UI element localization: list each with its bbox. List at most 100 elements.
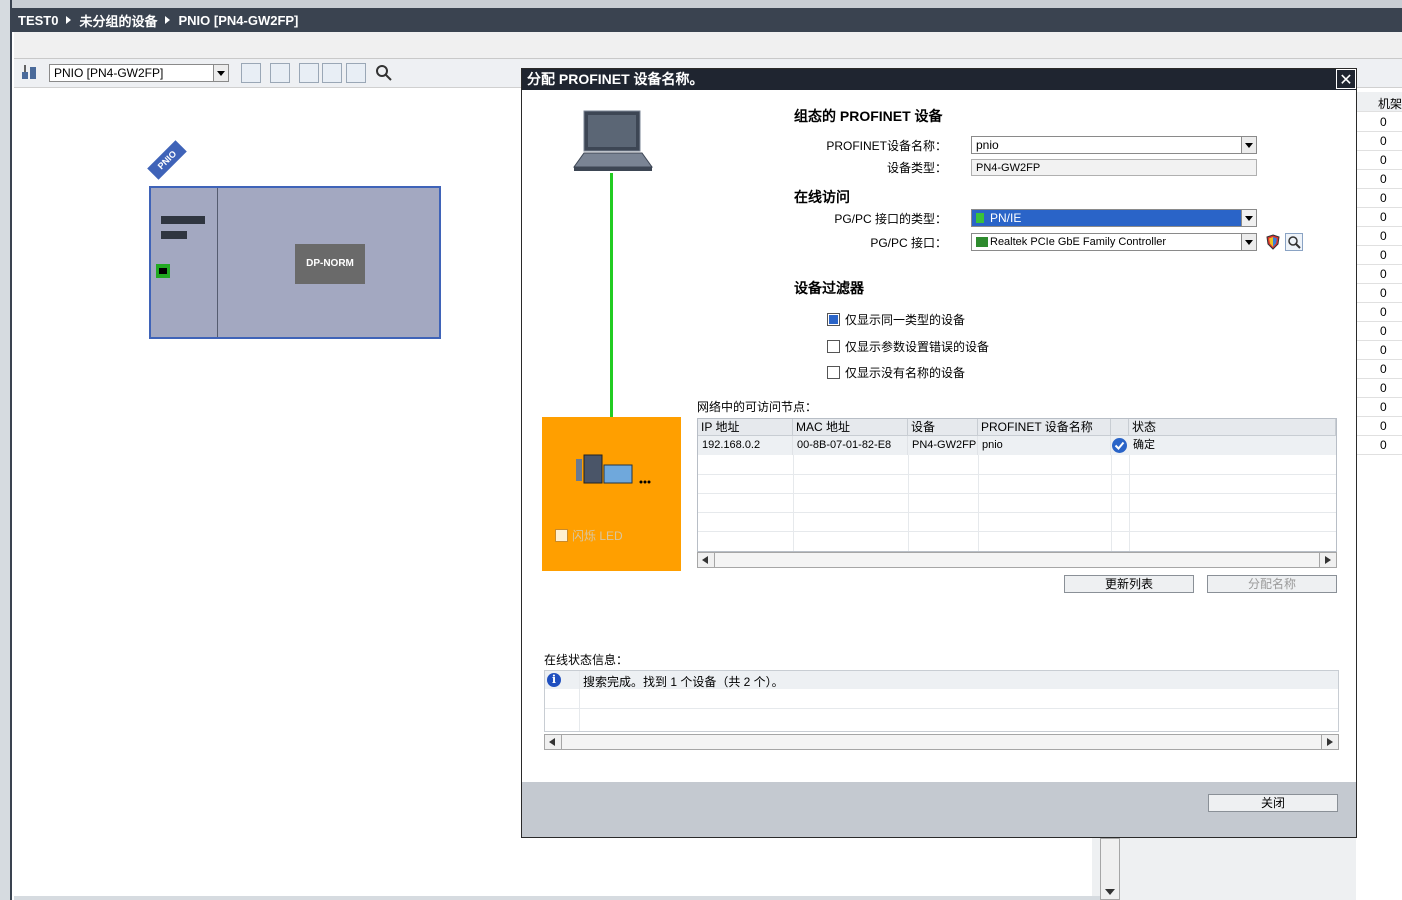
device-name-select[interactable]: pnio xyxy=(971,136,1257,154)
network-link xyxy=(610,173,613,435)
pgpc-type-value: PN/IE xyxy=(990,211,1022,225)
flash-led-label: 闪烁 LED xyxy=(572,529,623,543)
pg-pc-icon xyxy=(572,109,654,178)
interface-module[interactable] xyxy=(151,188,218,337)
nodes-table: IP 地址 MAC 地址 设备 PROFINET 设备名称 状态 192.168… xyxy=(697,418,1337,552)
filter-same-type-label: 仅显示同一类型的设备 xyxy=(845,313,966,327)
pgpc-if-select[interactable]: Realtek PCIe GbE Family Controller xyxy=(971,233,1257,251)
filter-no-name-checkbox[interactable] xyxy=(827,366,840,379)
shield-icon[interactable] xyxy=(1266,234,1280,250)
rack-cell[interactable]: 0 xyxy=(1356,340,1402,360)
rack-cell[interactable]: 0 xyxy=(1356,264,1402,284)
pgpc-type-label: PG/PC 接口的类型： xyxy=(834,212,947,226)
rack-column-header: 机架 xyxy=(1356,92,1402,112)
check-ok-icon xyxy=(1112,438,1127,453)
device-type-field: PN4-GW2FP xyxy=(971,159,1257,176)
port-icon[interactable] xyxy=(156,264,170,278)
rack-cell[interactable]: 0 xyxy=(1356,112,1402,132)
rack-cell[interactable]: 0 xyxy=(1356,435,1402,455)
rack-cell[interactable]: 0 xyxy=(1356,169,1402,189)
breadcrumb-item-project[interactable]: TEST0 xyxy=(18,13,58,28)
breadcrumb-item-device[interactable]: PNIO [PN4-GW2FP] xyxy=(178,13,298,28)
dialog-title: 分配 PROFINET 设备名称。 xyxy=(522,69,1356,90)
rack-cell[interactable]: 0 xyxy=(1356,397,1402,417)
rack-column: 机架 0 0 0 0 0 0 0 0 0 0 0 0 0 0 0 0 0 0 xyxy=(1356,92,1402,900)
nodes-hscrollbar[interactable] xyxy=(697,552,1337,568)
rack-cell[interactable]: 0 xyxy=(1356,416,1402,436)
led-bar xyxy=(161,216,205,224)
search-icon[interactable] xyxy=(1285,233,1303,251)
close-icon[interactable]: ✕ xyxy=(1336,69,1356,89)
dp-norm-module[interactable]: DP-NORM xyxy=(295,244,365,284)
device-name-label: PROFINET设备名称： xyxy=(826,139,947,153)
col-mac[interactable]: MAC 地址 xyxy=(793,419,908,436)
configured-heading: 组态的 PROFINET 设备 xyxy=(794,108,943,124)
led-bar xyxy=(161,231,187,239)
name-icon[interactable] xyxy=(270,63,290,83)
flash-led-checkbox[interactable] xyxy=(555,529,568,542)
breadcrumb: TEST0 未分组的设备 PNIO [PN4-GW2FP] xyxy=(12,8,1402,32)
rack-cell[interactable]: 0 xyxy=(1356,226,1402,246)
rack-cell[interactable]: 0 xyxy=(1356,245,1402,265)
filter-param-error-checkbox[interactable] xyxy=(827,340,840,353)
scroll-right-icon[interactable] xyxy=(1321,735,1338,749)
network-view-icon[interactable] xyxy=(20,63,40,83)
edit-icon[interactable] xyxy=(299,63,319,83)
pgpc-type-select[interactable]: PN/IE xyxy=(971,209,1257,227)
online-heading: 在线访问 xyxy=(794,189,850,205)
chevron-down-icon[interactable] xyxy=(1241,234,1256,250)
rack-cell[interactable]: 0 xyxy=(1356,321,1402,341)
info-icon: i xyxy=(547,673,561,687)
filter-heading: 设备过滤器 xyxy=(794,280,864,296)
status-hscrollbar[interactable] xyxy=(544,734,1339,750)
update-list-button[interactable]: 更新列表 xyxy=(1064,575,1194,593)
col-profinet-name[interactable]: PROFINET 设备名称 xyxy=(978,419,1111,436)
rack-cell[interactable]: 0 xyxy=(1356,302,1402,322)
cell-status: 确定 xyxy=(1133,439,1155,451)
rack-cell[interactable]: 0 xyxy=(1356,150,1402,170)
nodes-label: 网络中的可访问节点： xyxy=(697,400,818,414)
list-icon[interactable] xyxy=(346,63,366,83)
bottom-edge xyxy=(14,896,1100,900)
device-icon xyxy=(574,453,654,490)
device-module[interactable]: DP-NORM xyxy=(149,186,441,339)
device-overview-icon[interactable] xyxy=(241,63,261,83)
pnio-tag: PNIO xyxy=(147,140,187,180)
status-info-box: i 搜索完成。找到 1 个设备（共 2 个）。 xyxy=(544,670,1339,732)
scroll-right-icon[interactable] xyxy=(1319,553,1336,567)
chevron-down-icon[interactable] xyxy=(1241,137,1256,153)
scroll-left-icon[interactable] xyxy=(698,553,715,567)
col-device[interactable]: 设备 xyxy=(908,419,978,436)
col-status[interactable]: 状态 xyxy=(1129,419,1336,436)
pgpc-if-label: PG/PC 接口： xyxy=(870,236,947,250)
table-row[interactable]: 192.168.0.2 00-8B-07-01-82-E8 PN4-GW2FP … xyxy=(698,436,1336,455)
close-button[interactable]: 关闭 xyxy=(1208,794,1338,812)
device-selector[interactable]: PNIO [PN4-GW2FP] xyxy=(49,64,229,82)
assign-name-button[interactable]: 分配名称 xyxy=(1207,575,1337,593)
rack-cell[interactable]: 0 xyxy=(1356,188,1402,208)
rack-cell[interactable]: 0 xyxy=(1356,359,1402,379)
chevron-right-icon xyxy=(66,16,72,24)
network-adapter-icon xyxy=(976,213,984,223)
chevron-down-icon[interactable] xyxy=(213,65,228,81)
rack-cell[interactable]: 0 xyxy=(1356,131,1402,151)
nic-icon xyxy=(976,237,988,247)
chevron-down-icon[interactable] xyxy=(1241,210,1256,226)
assign-name-dialog: 分配 PROFINET 设备名称。 ✕ 闪烁 LED 组态的 PROFINET … xyxy=(521,68,1357,838)
device-type-label: 设备类型： xyxy=(886,161,947,175)
device-selector-value: PNIO [PN4-GW2FP] xyxy=(54,66,164,80)
col-status-icon[interactable] xyxy=(1111,419,1129,436)
table-icon[interactable] xyxy=(322,63,342,83)
top-strip xyxy=(0,0,1402,8)
rack-cell[interactable]: 0 xyxy=(1356,207,1402,227)
zoom-icon[interactable] xyxy=(374,63,394,83)
col-ip[interactable]: IP 地址 xyxy=(698,419,793,436)
filter-no-name-label: 仅显示没有名称的设备 xyxy=(845,366,966,380)
scroll-left-icon[interactable] xyxy=(545,735,562,749)
pgpc-if-value: Realtek PCIe GbE Family Controller xyxy=(990,236,1167,248)
vertical-scrollbar[interactable] xyxy=(1100,838,1120,900)
rack-cell[interactable]: 0 xyxy=(1356,283,1402,303)
breadcrumb-item-group[interactable]: 未分组的设备 xyxy=(79,11,157,30)
filter-same-type-checkbox[interactable] xyxy=(827,313,840,326)
rack-cell[interactable]: 0 xyxy=(1356,378,1402,398)
